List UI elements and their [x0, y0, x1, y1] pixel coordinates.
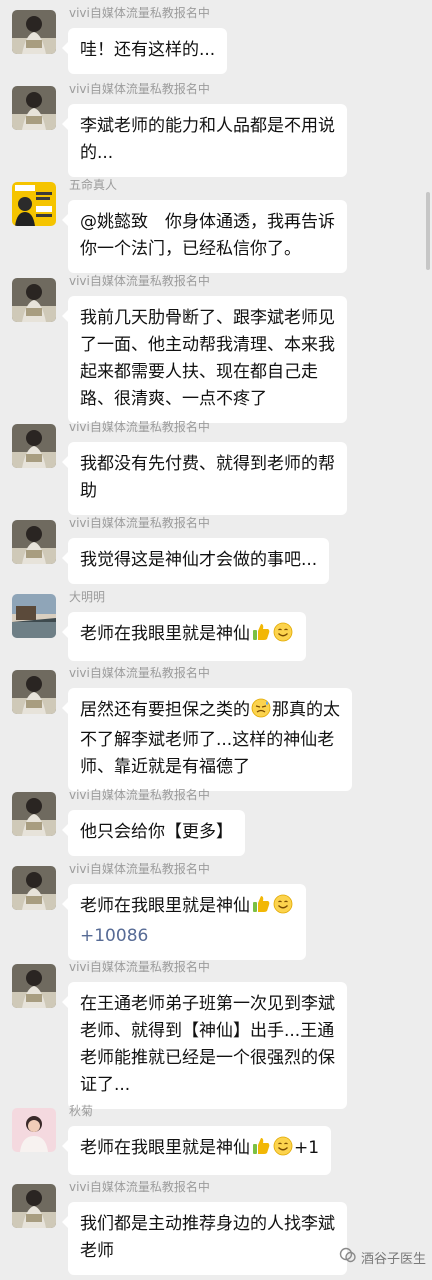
sender-avatar[interactable] — [12, 520, 56, 564]
sender-avatar[interactable] — [12, 594, 56, 638]
sender-avatar[interactable] — [12, 424, 56, 468]
sender-avatar[interactable] — [12, 866, 56, 910]
message-text: @姚懿致 你身体通透，我再告诉 — [80, 212, 335, 232]
chat-message-list: vivi自媒体流量私教报名中 哇！还有这样的... vivi自媒体流量私教报名中… — [0, 0, 432, 1280]
message-text: 我前几天肋骨断了、跟李斌老师见 — [80, 308, 335, 328]
message-text: 路、很清爽、一点不疼了 — [80, 389, 267, 409]
sender-name: vivi自媒体流量私教报名中 — [69, 788, 210, 802]
watermark: 酒谷子医生 — [339, 1246, 426, 1268]
message-text: 那真的太 — [272, 700, 340, 720]
thumbs-up-emoji — [251, 894, 271, 923]
sender-name: vivi自媒体流量私教报名中 — [69, 82, 210, 96]
message-bubble[interactable]: 我都没有先付费、就得到老师的帮 助 — [62, 442, 347, 515]
message-bubble[interactable]: 居然还有要担保之类的 那真的太 不了解李斌老师了...这样的神仙老 师、靠近就是有… — [62, 688, 352, 791]
message-text: 老师在我眼里就是神仙 — [80, 1138, 250, 1158]
sender-avatar[interactable] — [12, 1184, 56, 1228]
sender-name: vivi自媒体流量私教报名中 — [69, 420, 210, 434]
message-bubble[interactable]: 哇！还有这样的... — [61, 28, 228, 74]
message-text: 起来都需要人扶、现在都自己走 — [80, 362, 318, 382]
message-text: 助 — [80, 481, 97, 501]
sender-name: vivi自媒体流量私教报名中 — [69, 862, 210, 876]
message-bubble[interactable]: 老师在我眼里就是神仙 — [62, 612, 306, 661]
message-bubble[interactable]: 老师在我眼里就是神仙 +10086 — [62, 884, 306, 960]
message-text: 哇！还有这样的... — [80, 40, 216, 60]
message-bubble[interactable]: @姚懿致 你身体通透，我再告诉 你一个法门，已经私信你了。 — [62, 200, 347, 273]
sender-avatar[interactable] — [12, 278, 56, 322]
message-text: 老师、就得到【神仙】出手...王通 — [80, 1021, 335, 1041]
message-bubble[interactable]: 我们都是主动推荐身边的人找李斌 老师 — [62, 1202, 347, 1275]
watermark-label: 酒谷子医生 — [360, 1251, 426, 1267]
message-text: 我觉得这是神仙才会做的事吧... — [80, 550, 318, 570]
sender-name: vivi自媒体流量私教报名中 — [69, 274, 210, 288]
sender-avatar[interactable] — [12, 792, 56, 836]
message-text: 在王通老师弟子班第一次见到李斌 — [80, 994, 335, 1014]
sender-name: vivi自媒体流量私教报名中 — [69, 666, 210, 680]
sender-name: vivi自媒体流量私教报名中 — [69, 516, 210, 530]
message-text: 了一面、他主动帮我清理、本来我 — [80, 335, 335, 355]
sender-avatar[interactable] — [12, 10, 56, 54]
thumbs-up-emoji — [251, 622, 271, 651]
message-bubble[interactable]: 他只会给你【更多】 — [62, 810, 245, 856]
smile-emoji — [273, 622, 293, 651]
message-text: 老师能推就已经是一个很强烈的保 — [80, 1048, 335, 1068]
sender-name: vivi自媒体流量私教报名中 — [69, 6, 210, 20]
message-bubble[interactable]: 李斌老师的能力和人品都是不用说 的... — [62, 104, 347, 177]
message-text: 的... — [80, 143, 114, 163]
message-bubble[interactable]: 老师在我眼里就是神仙 +1 — [61, 1126, 332, 1175]
message-text: 我们都是主动推荐身边的人找李斌 — [80, 1214, 335, 1234]
thumbs-up-emoji — [251, 1136, 271, 1165]
sender-name: 五命真人 — [69, 178, 118, 192]
sender-avatar[interactable] — [12, 964, 56, 1008]
sender-avatar[interactable] — [12, 1108, 56, 1152]
message-text: 师、靠近就是有福德了 — [80, 757, 250, 777]
message-text: 证了... — [80, 1075, 131, 1095]
sender-avatar[interactable] — [12, 86, 56, 130]
message-text: 老师在我眼里就是神仙 — [80, 624, 250, 644]
smile-emoji — [273, 894, 293, 923]
message-text: 李斌老师的能力和人品都是不用说 — [80, 116, 335, 136]
sweat-emoji — [251, 698, 271, 727]
sender-name: vivi自媒体流量私教报名中 — [69, 960, 210, 974]
message-text: 老师 — [80, 1241, 114, 1261]
message-text: 老师在我眼里就是神仙 — [80, 896, 250, 916]
message-bubble[interactable]: 在王通老师弟子班第一次见到李斌 老师、就得到【神仙】出手...王通 老师能推就已… — [62, 982, 347, 1109]
sender-name: 秋菊 — [69, 1104, 94, 1118]
sender-avatar[interactable] — [12, 182, 56, 226]
message-text: 不了解李斌老师了...这样的神仙老 — [80, 730, 335, 750]
sender-name: vivi自媒体流量私教报名中 — [69, 1180, 210, 1194]
message-text: 他只会给你【更多】 — [80, 822, 233, 842]
message-bubble[interactable]: 我觉得这是神仙才会做的事吧... — [61, 538, 330, 584]
phone-number-link[interactable]: +10086 — [80, 923, 294, 950]
message-text: 居然还有要担保之类的 — [80, 700, 250, 720]
wechat-official-account-icon — [339, 1246, 357, 1268]
message-text: 你一个法门，已经私信你了。 — [80, 239, 301, 259]
message-bubble[interactable]: 我前几天肋骨断了、跟李斌老师见 了一面、他主动帮我清理、本来我 起来都需要人扶、… — [62, 296, 347, 423]
scrollbar-thumb[interactable] — [426, 192, 430, 270]
sender-name: 大明明 — [69, 590, 106, 604]
smile-emoji — [273, 1136, 293, 1165]
message-text: 我都没有先付费、就得到老师的帮 — [80, 454, 335, 474]
message-text: +1 — [294, 1138, 320, 1158]
sender-avatar[interactable] — [12, 670, 56, 714]
